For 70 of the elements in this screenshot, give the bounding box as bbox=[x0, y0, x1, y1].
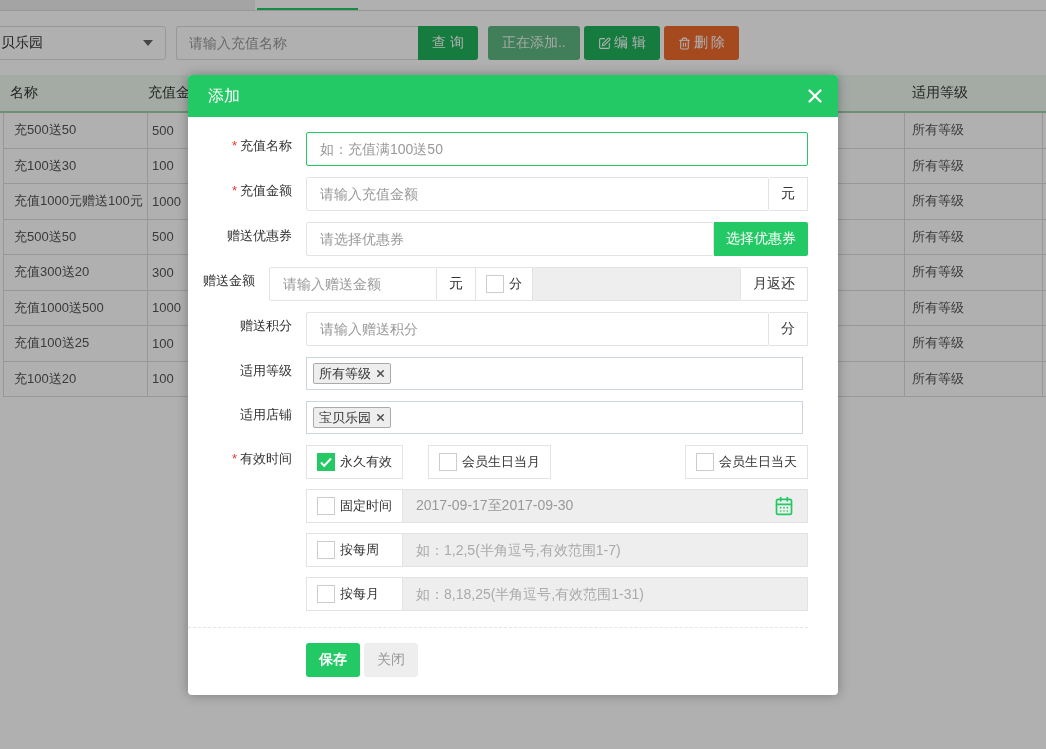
table-cell: 所有等级 bbox=[905, 184, 1043, 220]
tab[interactable] bbox=[0, 0, 255, 10]
field-label: 适用店铺 bbox=[239, 406, 292, 424]
checkbox[interactable] bbox=[486, 275, 504, 293]
unit-addon: 月返还 bbox=[741, 267, 808, 301]
unit-addon: 元 bbox=[437, 267, 476, 301]
option-label: 永久有效 bbox=[340, 453, 392, 471]
tag-select[interactable]: 所有等级 bbox=[306, 357, 803, 390]
field-label: 赠送优惠券 bbox=[226, 227, 292, 245]
option-check[interactable]: 会员生日当月 bbox=[428, 445, 551, 479]
column-header: 充值金 bbox=[148, 75, 191, 113]
option-check[interactable]: 按每周 bbox=[306, 533, 403, 567]
remove-icon[interactable] bbox=[375, 368, 386, 379]
unit-addon: 元 bbox=[769, 177, 808, 211]
option-check[interactable]: 固定时间 bbox=[306, 489, 403, 523]
checkbox[interactable] bbox=[317, 497, 335, 515]
edit-icon bbox=[597, 36, 611, 50]
checkbox[interactable] bbox=[317, 585, 335, 603]
option-label: 会员生日当天 bbox=[719, 453, 797, 471]
option-check[interactable]: 永久有效 bbox=[306, 445, 403, 479]
calendar-icon[interactable] bbox=[774, 496, 794, 516]
option-label: 会员生日当月 bbox=[462, 453, 540, 471]
date-range-value: 2017-09-17至2017-09-30 bbox=[416, 497, 574, 515]
column-header: 适用等级 bbox=[905, 75, 1043, 113]
select-value: 贝乐园 bbox=[1, 34, 43, 52]
table-cell: 充值1000送500 bbox=[3, 290, 148, 326]
table-cell: 充500送50 bbox=[3, 113, 148, 149]
option-label: 按每周 bbox=[340, 541, 379, 559]
coupon-input[interactable]: 请选择优惠券 bbox=[306, 222, 714, 256]
field-label: 适用等级 bbox=[239, 362, 292, 380]
field-label: * 有效时间 bbox=[230, 450, 292, 468]
caret-icon bbox=[143, 40, 153, 46]
store-select[interactable]: 贝乐园 bbox=[0, 26, 166, 60]
points-check[interactable]: 分 bbox=[476, 267, 533, 301]
table-cell: 充值300送20 bbox=[3, 255, 148, 291]
field-label: * 充值名称 bbox=[230, 137, 292, 155]
table-cell: 充500送50 bbox=[3, 219, 148, 255]
checkbox[interactable] bbox=[439, 453, 457, 471]
field-label: 赠送积分 bbox=[239, 317, 292, 335]
checkbox[interactable] bbox=[696, 453, 714, 471]
field-label: * 充值金额 bbox=[230, 182, 292, 200]
table-cell: 充值100送25 bbox=[3, 326, 148, 362]
table-cell: 所有等级 bbox=[905, 219, 1043, 255]
option-check[interactable]: 按每月 bbox=[306, 577, 403, 611]
tag-select[interactable]: 宝贝乐园 bbox=[306, 401, 803, 434]
tag: 所有等级 bbox=[313, 363, 391, 384]
unit-addon: 分 bbox=[769, 312, 808, 346]
checkbox[interactable] bbox=[317, 453, 335, 471]
table-cell: 充100送30 bbox=[3, 148, 148, 184]
check-label: 分 bbox=[509, 275, 522, 293]
trash-icon bbox=[677, 36, 691, 50]
table-cell: 所有等级 bbox=[905, 113, 1043, 149]
table-cell: 充值1000元赠送100元 bbox=[3, 184, 148, 220]
table-cell: 所有等级 bbox=[905, 290, 1043, 326]
field-label: 赠送金额 bbox=[202, 272, 255, 290]
text-input[interactable]: 如：充值满100送50 bbox=[306, 132, 808, 166]
checkbox[interactable] bbox=[317, 541, 335, 559]
option-label: 固定时间 bbox=[340, 497, 392, 515]
table-cell: 所有等级 bbox=[905, 361, 1043, 397]
table-cell: 所有等级 bbox=[905, 255, 1043, 291]
table-cell: 充100送20 bbox=[3, 361, 148, 397]
tag: 宝贝乐园 bbox=[313, 407, 391, 428]
table-cell: 所有等级 bbox=[905, 326, 1043, 362]
column-header: 名称 bbox=[0, 75, 148, 113]
table-cell: 所有等级 bbox=[905, 148, 1043, 184]
option-check[interactable]: 会员生日当天 bbox=[685, 445, 808, 479]
option-label: 按每月 bbox=[340, 585, 379, 603]
search-field[interactable]: 请输入充值名称 bbox=[176, 26, 418, 60]
dialog-title: 添加 bbox=[208, 85, 240, 106]
remove-icon[interactable] bbox=[375, 412, 386, 423]
